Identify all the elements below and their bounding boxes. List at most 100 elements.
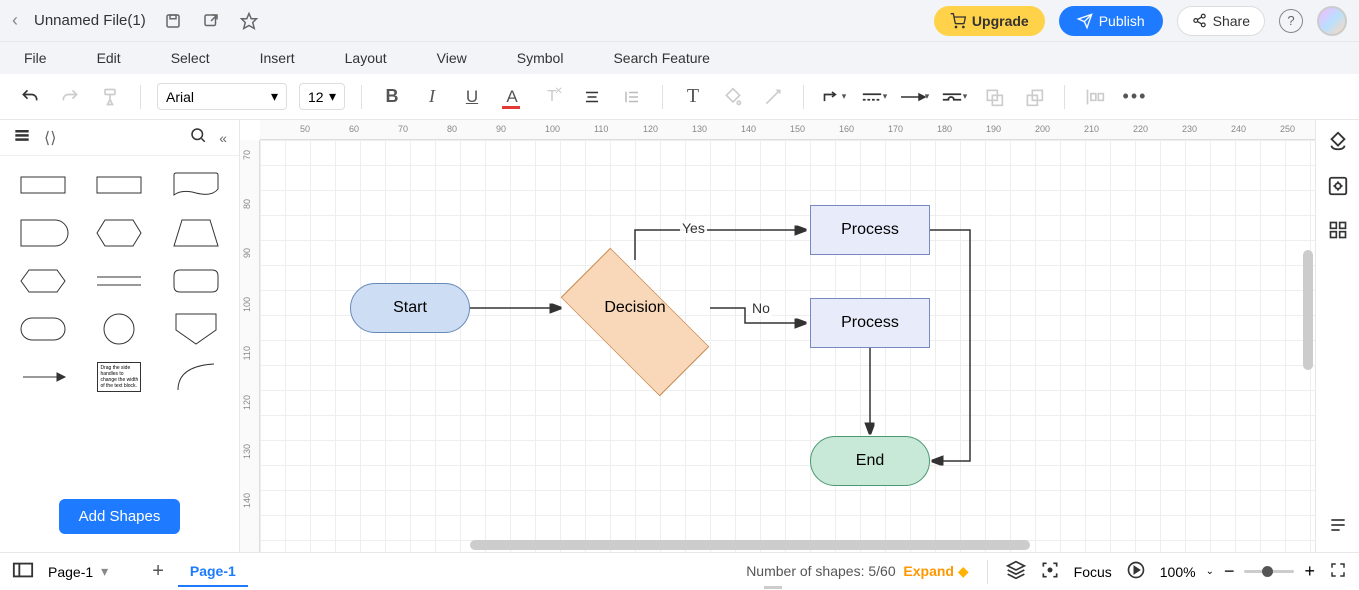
file-title[interactable]: Unnamed File(1) xyxy=(34,12,146,29)
collapse-library-icon[interactable]: ⟨⟩ xyxy=(44,128,56,148)
search-shapes-icon[interactable] xyxy=(189,126,207,149)
help-button[interactable]: ? xyxy=(1279,9,1303,33)
line-spacing-button[interactable] xyxy=(618,83,646,111)
shape-stencil[interactable] xyxy=(86,214,152,252)
clear-format-button[interactable]: T✕ xyxy=(538,83,566,111)
font-select[interactable]: Arial▾ xyxy=(157,83,287,110)
edge-label-yes[interactable]: Yes xyxy=(680,220,707,236)
shape-stencil[interactable]: Drag the side handles to change the widt… xyxy=(86,358,152,396)
focus-label[interactable]: Focus xyxy=(1074,564,1112,580)
align-button[interactable] xyxy=(578,83,606,111)
menu-file[interactable]: File xyxy=(24,50,47,66)
page-tab-active[interactable]: Page-1 xyxy=(178,557,248,587)
font-color-button[interactable]: A xyxy=(498,83,526,111)
canvas[interactable]: Yes No Start Decision Process Process En… xyxy=(260,140,1315,552)
shape-stencil[interactable] xyxy=(163,166,229,204)
shape-stencil[interactable] xyxy=(86,166,152,204)
node-start-label: Start xyxy=(393,299,427,317)
settings-panel-icon[interactable] xyxy=(1327,175,1349,202)
save-icon[interactable] xyxy=(162,10,184,32)
menu-select[interactable]: Select xyxy=(171,50,210,66)
canvas-scrollbar-h[interactable] xyxy=(470,540,1030,550)
edge-process1-end[interactable] xyxy=(930,230,970,461)
line-jump-button[interactable]: ▾ xyxy=(940,83,968,111)
add-shapes-button[interactable]: Add Shapes xyxy=(59,499,181,534)
dash-style-button[interactable]: ▾ xyxy=(860,83,888,111)
share-button[interactable]: Share xyxy=(1177,6,1265,36)
text-tool-button[interactable]: T xyxy=(679,83,707,111)
format-painter-button[interactable] xyxy=(96,83,124,111)
collapse-panel-icon[interactable]: « xyxy=(219,130,227,146)
share-label: Share xyxy=(1213,13,1250,29)
share-icon xyxy=(1192,13,1207,28)
bring-front-button[interactable] xyxy=(1020,83,1048,111)
undo-button[interactable] xyxy=(16,83,44,111)
shape-stencil[interactable] xyxy=(163,358,229,396)
zoom-in-button[interactable]: + xyxy=(1304,561,1315,582)
shape-stencil[interactable] xyxy=(86,310,152,348)
shape-stencil[interactable] xyxy=(86,262,152,300)
status-bar: Page-1 ▾ + Page-1 Number of shapes: 5/60… xyxy=(0,552,1359,590)
export-icon[interactable] xyxy=(200,10,222,32)
fill-panel-icon[interactable] xyxy=(1327,130,1349,157)
menu-layout[interactable]: Layout xyxy=(345,50,387,66)
presentation-icon[interactable] xyxy=(1126,560,1146,583)
publish-label: Publish xyxy=(1099,13,1145,29)
star-icon[interactable] xyxy=(238,10,260,32)
chevron-down-icon: ⌄ xyxy=(1206,566,1214,577)
node-process1[interactable]: Process xyxy=(810,205,930,255)
shape-stencil[interactable] xyxy=(10,262,76,300)
more-button[interactable]: ••• xyxy=(1121,83,1149,111)
focus-icon[interactable] xyxy=(1040,560,1060,583)
shape-stencil[interactable] xyxy=(163,310,229,348)
zoom-out-button[interactable]: − xyxy=(1224,561,1235,582)
back-button[interactable]: ‹ xyxy=(12,10,18,31)
send-back-button[interactable] xyxy=(980,83,1008,111)
font-size-select[interactable]: 12▾ xyxy=(299,83,345,110)
shapes-library-icon[interactable] xyxy=(12,125,32,150)
shape-stencil[interactable] xyxy=(163,214,229,252)
edge-decision-process1[interactable] xyxy=(635,230,805,260)
avatar[interactable] xyxy=(1317,6,1347,36)
zoom-slider[interactable] xyxy=(1244,570,1294,573)
node-end[interactable]: End xyxy=(810,436,930,486)
menu-insert[interactable]: Insert xyxy=(260,50,295,66)
node-process2[interactable]: Process xyxy=(810,298,930,348)
arrow-style-button[interactable]: ▾ xyxy=(900,83,928,111)
shape-stencil[interactable] xyxy=(10,166,76,204)
publish-button[interactable]: Publish xyxy=(1059,6,1163,36)
upgrade-button[interactable]: Upgrade xyxy=(934,6,1045,36)
sidebar-toggle-icon[interactable] xyxy=(12,561,34,582)
underline-button[interactable]: U xyxy=(458,83,486,111)
zoom-value[interactable]: 100% xyxy=(1160,564,1196,580)
italic-button[interactable]: I xyxy=(418,83,446,111)
menu-edit[interactable]: Edit xyxy=(97,50,121,66)
fill-color-button[interactable] xyxy=(719,83,747,111)
menu-search-feature[interactable]: Search Feature xyxy=(613,50,710,66)
layers-icon[interactable] xyxy=(1006,560,1026,583)
canvas-scrollbar-v[interactable] xyxy=(1303,250,1313,370)
shape-stencil[interactable] xyxy=(10,358,76,396)
distribute-button[interactable] xyxy=(1081,83,1109,111)
shape-stencil[interactable] xyxy=(163,262,229,300)
menu-view[interactable]: View xyxy=(437,50,467,66)
node-decision[interactable]: Decision xyxy=(565,258,705,358)
node-start[interactable]: Start xyxy=(350,283,470,333)
grid-panel-icon[interactable] xyxy=(1328,220,1348,245)
edge-label-no[interactable]: No xyxy=(750,300,772,316)
expand-link[interactable]: Expand xyxy=(903,563,954,579)
page-select[interactable]: Page-1 ▾ xyxy=(48,563,108,580)
redo-button[interactable] xyxy=(56,83,84,111)
menu-symbol[interactable]: Symbol xyxy=(517,50,564,66)
fullscreen-icon[interactable] xyxy=(1329,561,1347,582)
line-color-button[interactable] xyxy=(759,83,787,111)
add-page-button[interactable]: + xyxy=(152,560,164,583)
shape-stencil[interactable] xyxy=(10,214,76,252)
node-end-label: End xyxy=(856,452,884,470)
node-process2-label: Process xyxy=(841,314,899,332)
shape-stencil[interactable] xyxy=(10,310,76,348)
bold-button[interactable]: B xyxy=(378,83,406,111)
list-panel-icon[interactable] xyxy=(1328,515,1348,540)
connector-style-button[interactable]: ▾ xyxy=(820,83,848,111)
chevron-down-icon: ▾ xyxy=(101,563,108,580)
